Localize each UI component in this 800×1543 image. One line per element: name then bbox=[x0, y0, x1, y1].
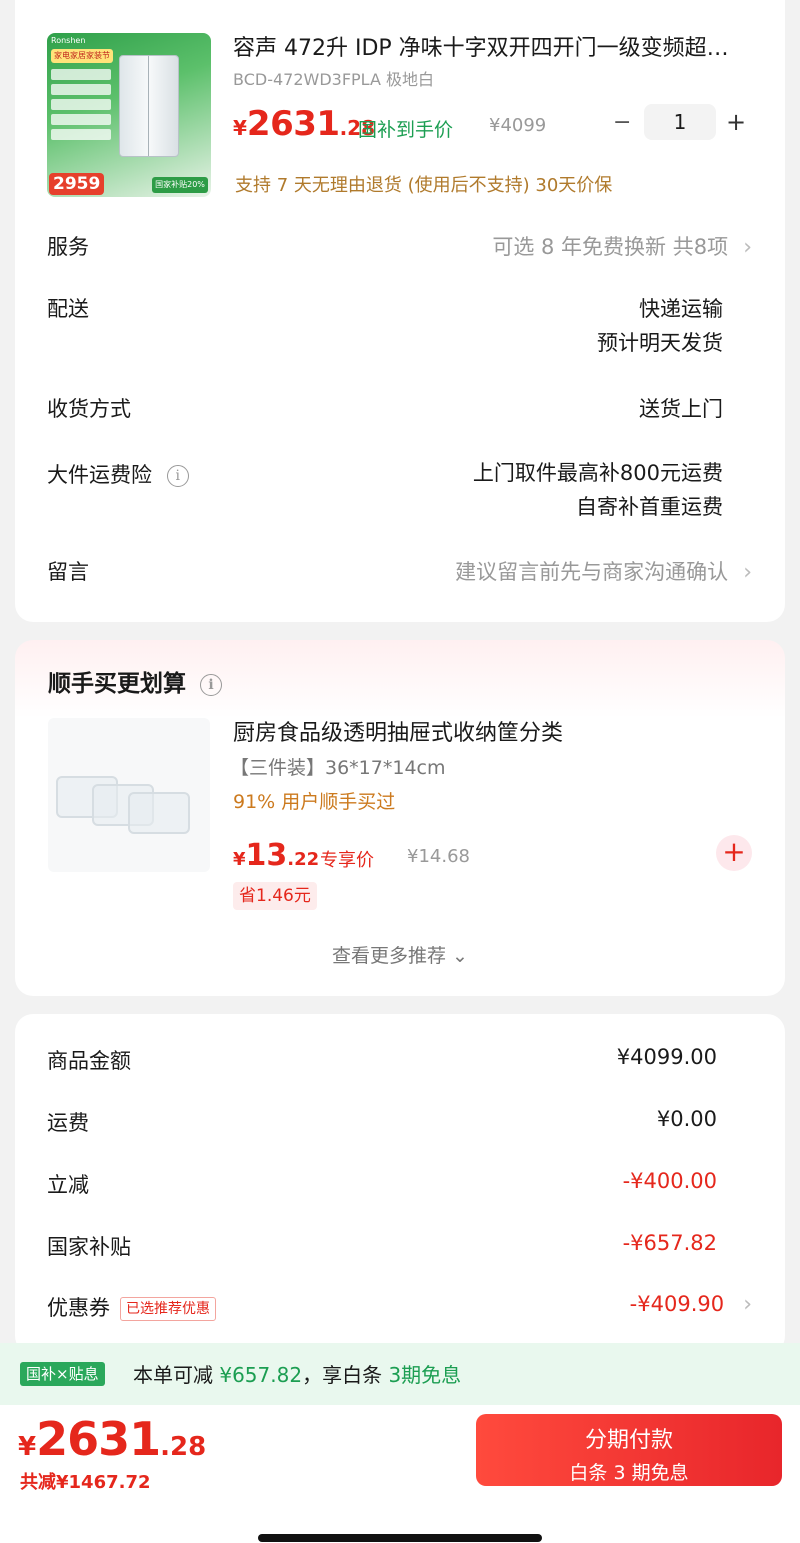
subsidy-amount: ¥657.82 bbox=[219, 1363, 303, 1387]
recommend-product-image[interactable] bbox=[48, 718, 210, 872]
recommend-price: ¥13.22 bbox=[233, 838, 319, 873]
savings-badge: 省1.46元 bbox=[233, 882, 317, 910]
recommend-title: 顺手买更划算 i bbox=[48, 664, 223, 698]
freight-insurance-text: 大件运费险 bbox=[47, 463, 152, 487]
pay-button-label: 分期付款 bbox=[584, 1428, 673, 1453]
service-value: 可选 8 年免费换新 共8项 bbox=[492, 235, 729, 259]
recommend-product-name[interactable]: 厨房食品级透明抽屉式收纳筐分类 bbox=[233, 715, 563, 747]
chevron-right-icon: › bbox=[743, 560, 752, 585]
total-savings[interactable]: 共减¥1467.72 bbox=[20, 1468, 151, 1494]
receive-method-value: 送货上门 bbox=[639, 397, 723, 421]
price-integer: 2631 bbox=[36, 1412, 161, 1466]
message-label: 留言 bbox=[47, 560, 89, 584]
subsidy-text-pre: 本单可减 bbox=[133, 1363, 220, 1387]
product-spec[interactable]: BCD-472WD3FPLA 极地白 bbox=[233, 66, 434, 90]
shipping-fee-value: ¥0.00 bbox=[656, 1107, 717, 1131]
recommend-product-spec: 【三件装】36*17*14cm bbox=[230, 757, 446, 779]
price-decimal: .28 bbox=[160, 1432, 207, 1462]
original-price: ¥4099 bbox=[489, 115, 547, 136]
delivery-label: 配送 bbox=[47, 297, 89, 321]
coupon-label-group: 优惠券 已选推荐优惠 bbox=[47, 1292, 216, 1322]
thumb-badge: 国家补贴20% bbox=[152, 177, 208, 193]
shipping-fee-label: 运费 bbox=[47, 1111, 89, 1135]
receive-method-label: 收货方式 bbox=[47, 397, 131, 421]
installment-pay-button[interactable]: 分期付款 白条 3 期免息 bbox=[476, 1414, 782, 1486]
goods-amount-value: ¥4099.00 bbox=[616, 1045, 717, 1069]
price-currency: ¥ bbox=[233, 116, 247, 140]
price-integer: 2631 bbox=[246, 104, 340, 144]
message-placeholder: 建议留言前先与商家沟通确认 bbox=[455, 560, 729, 584]
view-more-recommend-link[interactable]: 查看更多推荐 ⌄ bbox=[0, 941, 800, 968]
price-currency: ¥ bbox=[18, 1432, 37, 1462]
chevron-right-icon: › bbox=[743, 1292, 752, 1317]
product-price: ¥2631.28 bbox=[233, 104, 375, 144]
info-icon[interactable]: i bbox=[166, 465, 189, 487]
subsidy-periods: 3期免息 bbox=[388, 1363, 462, 1387]
thumb-tag: 家电家居家装节 bbox=[51, 49, 113, 63]
delivery-method: 快递运输 bbox=[639, 297, 723, 321]
price-currency: ¥ bbox=[233, 849, 246, 870]
delivery-eta: 预计明天发货 bbox=[597, 331, 723, 355]
total-price: ¥2631.28 bbox=[18, 1412, 206, 1466]
product-thumbnail[interactable]: Ronshen 家电家居家装节 2959 国家补贴20% bbox=[47, 33, 211, 197]
recommend-buy-rate: 91% 用户顺手买过 bbox=[233, 791, 396, 813]
price-integer: 13 bbox=[245, 838, 288, 873]
coupon-selected-tag: 已选推荐优惠 bbox=[120, 1297, 216, 1321]
product-title[interactable]: 容声 472升 IDP 净味十字双开四开门一级变频超… bbox=[233, 30, 753, 62]
instant-discount-label: 立减 bbox=[47, 1173, 89, 1197]
national-subsidy-label: 国家补贴 bbox=[47, 1235, 131, 1259]
home-indicator[interactable] bbox=[258, 1534, 542, 1542]
recommend-original-price: ¥14.68 bbox=[407, 846, 470, 867]
national-subsidy-value: -¥657.82 bbox=[622, 1231, 717, 1255]
service-row[interactable]: 可选 8 年免费换新 共8项 › bbox=[492, 231, 752, 261]
qty-decrease-button[interactable]: − bbox=[613, 110, 631, 135]
subsidy-text-mid: ，享白条 bbox=[302, 1363, 389, 1387]
return-policy: 支持 7 天无理由退货 (使用后不支持) 30天价保 bbox=[235, 175, 613, 196]
basket-shape bbox=[128, 792, 190, 834]
coupon-label: 优惠券 bbox=[47, 1296, 110, 1320]
subsidy-text: 本单可减 ¥657.82，享白条 3期免息 bbox=[133, 1359, 461, 1388]
freight-insurance-value2: 自寄补首重运费 bbox=[576, 495, 723, 519]
subsidy-tag: 国补×贴息 bbox=[20, 1362, 105, 1386]
coupon-row[interactable]: -¥409.90 › bbox=[630, 1292, 752, 1317]
recommend-title-text: 顺手买更划算 bbox=[48, 671, 186, 697]
freight-insurance-label: 大件运费险 i bbox=[47, 459, 189, 489]
add-to-order-button[interactable]: + bbox=[716, 835, 752, 871]
freight-insurance-value1: 上门取件最高补800元运费 bbox=[472, 461, 723, 485]
coupon-value: -¥409.90 bbox=[629, 1292, 725, 1316]
qty-increase-button[interactable]: + bbox=[726, 108, 746, 136]
fridge-image bbox=[119, 55, 179, 157]
price-decimal: .22 bbox=[287, 849, 320, 870]
goods-amount-label: 商品金额 bbox=[47, 1049, 131, 1073]
info-icon[interactable]: i bbox=[200, 673, 223, 696]
thumb-brand: Ronshen bbox=[51, 36, 86, 45]
thumb-feature-lines bbox=[51, 69, 111, 144]
thumb-price: 2959 bbox=[49, 173, 105, 195]
service-label: 服务 bbox=[47, 235, 89, 259]
message-row[interactable]: 建议留言前先与商家沟通确认 › bbox=[455, 556, 752, 586]
subsidy-price-label: 国补到手价 bbox=[358, 119, 454, 141]
pay-button-sublabel: 白条 3 期免息 bbox=[569, 1462, 689, 1484]
quantity-input[interactable]: 1 bbox=[644, 104, 716, 140]
instant-discount-value: -¥400.00 bbox=[622, 1169, 717, 1193]
exclusive-price-label: 专享价 bbox=[320, 850, 374, 871]
chevron-right-icon: › bbox=[743, 235, 752, 260]
